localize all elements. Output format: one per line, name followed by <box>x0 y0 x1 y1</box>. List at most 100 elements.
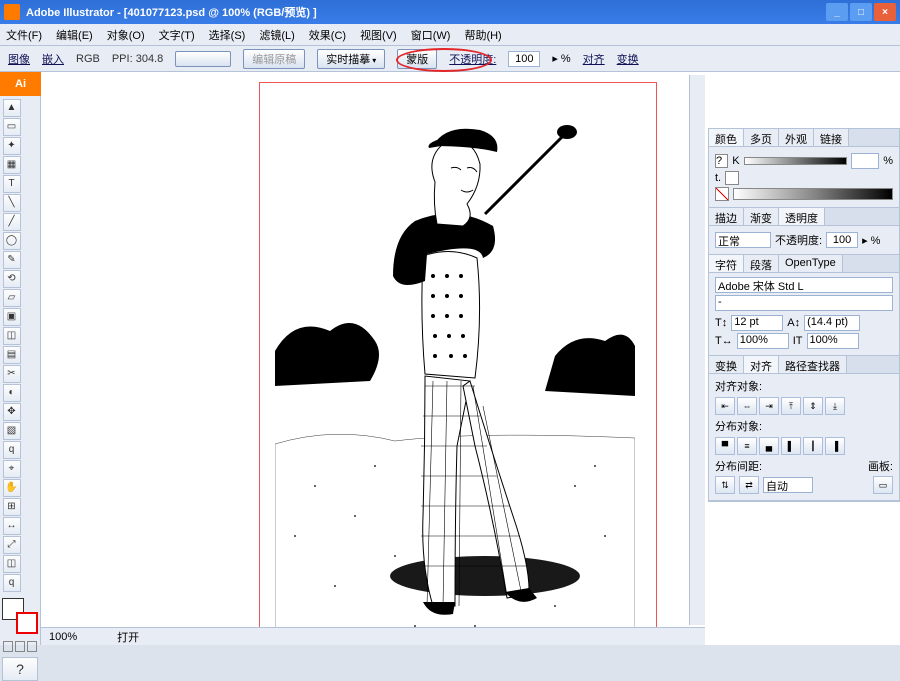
tool-25[interactable]: q <box>3 574 21 592</box>
tab-gradient[interactable]: 渐变 <box>744 208 779 225</box>
dist-bottom-button[interactable]: ▄ <box>759 437 779 455</box>
tool-6[interactable]: ╱ <box>3 213 21 231</box>
dist-top-button[interactable]: ▀ <box>715 437 735 455</box>
zoom-level[interactable]: 100% <box>49 631 77 643</box>
tool-19[interactable]: ⌖ <box>3 460 21 478</box>
align-link[interactable]: 对齐 <box>583 51 605 67</box>
align-bottom-button[interactable]: ⤓ <box>825 397 845 415</box>
fill-proxy[interactable]: ? <box>715 154 728 168</box>
white-swatch[interactable] <box>725 171 739 185</box>
tab-align[interactable]: 对齐 <box>744 356 779 373</box>
k-value-input[interactable] <box>851 153 879 169</box>
status-bar: 100% 打开 <box>41 627 705 645</box>
tab-transform[interactable]: 变换 <box>709 356 744 373</box>
tool-15[interactable]: ◐ <box>3 384 21 402</box>
k-slider[interactable] <box>744 157 848 165</box>
dist-vcenter-button[interactable]: ≡ <box>737 437 757 455</box>
vscale-icon: IT <box>793 335 803 347</box>
live-trace-button[interactable]: 实时描摹 <box>317 49 385 69</box>
hscale-select[interactable]: 100% <box>737 333 789 349</box>
menu-view[interactable]: 视图(V) <box>360 27 397 43</box>
tool-20[interactable]: ✋ <box>3 479 21 497</box>
tool-17[interactable]: ▧ <box>3 422 21 440</box>
tab-appearance[interactable]: 外观 <box>779 129 814 146</box>
tab-transparency[interactable]: 透明度 <box>779 208 825 225</box>
stroke-swatch[interactable] <box>16 612 38 634</box>
menu-file[interactable]: 文件(F) <box>6 27 42 43</box>
tool-4[interactable]: T <box>3 175 21 193</box>
menu-edit[interactable]: 编辑(E) <box>56 27 93 43</box>
tab-character[interactable]: 字符 <box>709 255 744 272</box>
tab-pages[interactable]: 多页 <box>744 129 779 146</box>
fill-stroke-control[interactable] <box>2 598 38 634</box>
font-family-select[interactable]: Adobe 宋体 Std L <box>715 277 893 293</box>
tab-opentype[interactable]: OpenType <box>779 255 843 272</box>
font-style-select[interactable]: - <box>715 295 893 311</box>
embed-link[interactable]: 嵌入 <box>42 51 64 67</box>
minimize-button[interactable]: _ <box>826 3 848 21</box>
dist-hcenter-button[interactable]: ┃ <box>803 437 823 455</box>
tool-24[interactable]: ◫ <box>3 555 21 573</box>
tool-23[interactable]: ⤢ <box>3 536 21 554</box>
tab-color[interactable]: 颜色 <box>709 129 744 146</box>
none-swatch[interactable] <box>715 187 729 201</box>
align-hcenter-button[interactable]: ⇔ <box>737 397 757 415</box>
menu-object[interactable]: 对象(O) <box>107 27 145 43</box>
menu-select[interactable]: 选择(S) <box>209 27 246 43</box>
tool-18[interactable]: q <box>3 441 21 459</box>
mask-button[interactable]: 蒙版 <box>397 49 437 69</box>
tool-9[interactable]: ⟲ <box>3 270 21 288</box>
leading-select[interactable]: (14.4 pt) <box>804 315 860 331</box>
tab-stroke[interactable]: 描边 <box>709 208 744 225</box>
tool-12[interactable]: ◫ <box>3 327 21 345</box>
menu-help[interactable]: 帮助(H) <box>464 27 501 43</box>
menu-window[interactable]: 窗口(W) <box>411 27 451 43</box>
tool-0[interactable]: ▲ <box>3 99 21 117</box>
dist-hspace-button[interactable]: ⇄ <box>739 476 759 494</box>
tool-3[interactable]: ▦ <box>3 156 21 174</box>
opacity-value-input[interactable] <box>826 232 858 248</box>
tool-13[interactable]: ▤ <box>3 346 21 364</box>
tool-2[interactable]: ✦ <box>3 137 21 155</box>
tab-pathfinder[interactable]: 路径查找器 <box>779 356 847 373</box>
tool-11[interactable]: ▣ <box>3 308 21 326</box>
tool-7[interactable]: ◯ <box>3 232 21 250</box>
vertical-scrollbar[interactable] <box>689 75 705 625</box>
tool-22[interactable]: ↔ <box>3 517 21 535</box>
align-left-button[interactable]: ⇤ <box>715 397 735 415</box>
tab-paragraph[interactable]: 段落 <box>744 255 779 272</box>
placeholder-tool[interactable]: ? <box>2 657 38 681</box>
spacing-select[interactable]: 自动 <box>763 477 813 493</box>
tab-links[interactable]: 链接 <box>814 129 849 146</box>
dist-right-button[interactable]: ▐ <box>825 437 845 455</box>
menu-effect[interactable]: 效果(C) <box>309 27 346 43</box>
tool-1[interactable]: ▭ <box>3 118 21 136</box>
close-button[interactable]: × <box>874 3 896 21</box>
color-modes[interactable] <box>0 638 40 655</box>
tool-21[interactable]: ⊞ <box>3 498 21 516</box>
tool-14[interactable]: ✂ <box>3 365 21 383</box>
tool-10[interactable]: ▱ <box>3 289 21 307</box>
fontsize-select[interactable]: 12 pt <box>731 315 783 331</box>
status-text: 打开 <box>117 629 139 645</box>
maximize-button[interactable]: □ <box>850 3 872 21</box>
vscale-select[interactable]: 100% <box>807 333 859 349</box>
blend-mode-select[interactable]: 正常 <box>715 232 771 248</box>
tool-panel: Ai ▲▭✦▦T╲╱◯✎⟲▱▣◫▤✂◐✥▧q⌖✋⊞↔⤢◫q ? <box>0 72 41 645</box>
align-to-button[interactable]: ▭ <box>873 476 893 494</box>
tool-8[interactable]: ✎ <box>3 251 21 269</box>
panel-dock: 颜色 多页 外观 链接 ? K % t. 描边 <box>708 128 900 502</box>
dist-left-button[interactable]: ▌ <box>781 437 801 455</box>
embed-input[interactable] <box>175 51 231 67</box>
menu-type[interactable]: 文字(T) <box>159 27 195 43</box>
menu-filter[interactable]: 滤镜(L) <box>259 27 294 43</box>
align-right-button[interactable]: ⇥ <box>759 397 779 415</box>
tool-16[interactable]: ✥ <box>3 403 21 421</box>
align-top-button[interactable]: ⤒ <box>781 397 801 415</box>
dist-vspace-button[interactable]: ⇅ <box>715 476 735 494</box>
align-vcenter-button[interactable]: ⇕ <box>803 397 823 415</box>
opacity-input[interactable] <box>508 51 540 67</box>
transform-link[interactable]: 变换 <box>617 51 639 67</box>
tool-5[interactable]: ╲ <box>3 194 21 212</box>
gray-ramp[interactable] <box>733 188 893 200</box>
